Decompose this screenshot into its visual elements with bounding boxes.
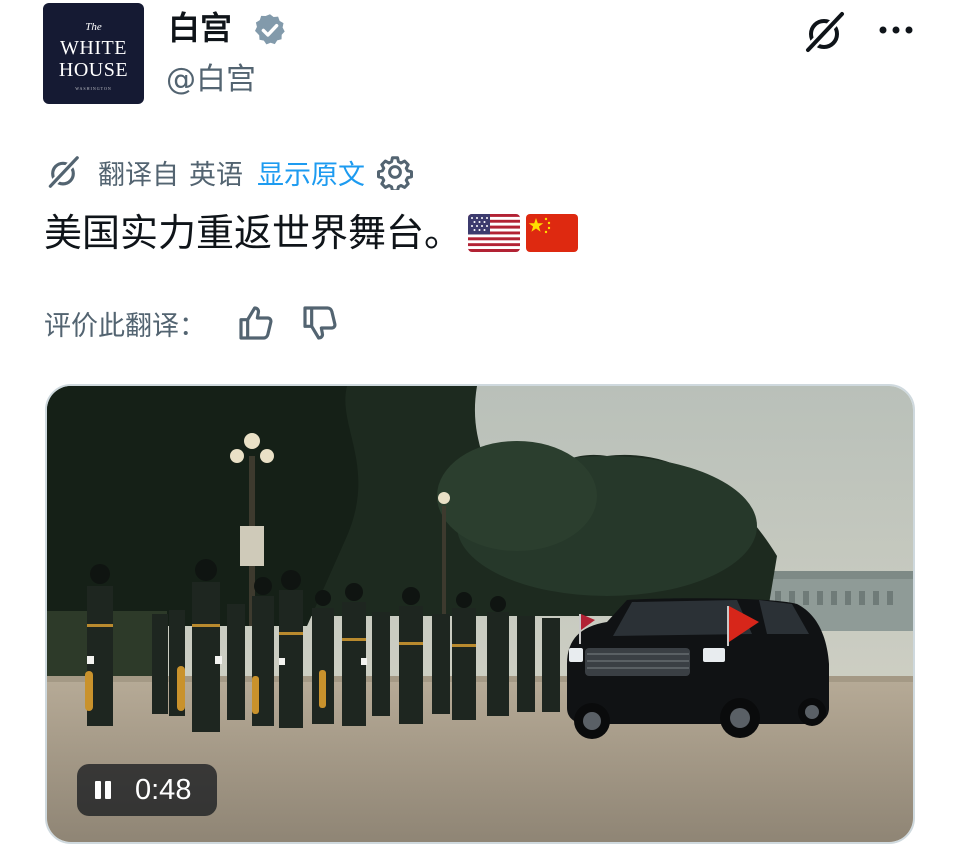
avatar-text-the: The: [85, 21, 102, 33]
grok-icon[interactable]: [800, 8, 848, 56]
tweet-text-row: 美国实力重返世界舞台。: [44, 208, 579, 258]
pause-icon[interactable]: [93, 779, 113, 801]
video-player[interactable]: 0:48: [45, 384, 915, 844]
source-language: 英语: [189, 159, 243, 191]
translated-from-label: 翻译自: [98, 159, 179, 191]
avatar-text-white: WHITE: [60, 37, 127, 59]
tweet-text: 美国实力重返世界舞台。: [44, 211, 463, 255]
avatar[interactable]: The WHITE HOUSE WASHINGTON: [43, 3, 144, 104]
avatar-text-washington: WASHINGTON: [75, 86, 112, 91]
verified-badge-icon: [255, 14, 285, 45]
account-handle[interactable]: @白宫: [166, 60, 256, 100]
translation-bar: 翻译自 英语 显示原文: [44, 150, 413, 194]
avatar-text-house: HOUSE: [58, 59, 129, 81]
display-name[interactable]: 白宫: [168, 8, 232, 48]
video-controls: 0:48: [77, 764, 217, 816]
more-icon[interactable]: [872, 14, 920, 46]
rate-translation-label: 评价此翻译：: [44, 310, 206, 342]
rate-translation-row: 评价此翻译：: [44, 300, 340, 346]
grok-translate-icon: [46, 154, 81, 190]
show-original-link[interactable]: 显示原文: [257, 153, 365, 192]
thumbs-up-icon[interactable]: [236, 303, 276, 343]
thumbs-down-icon[interactable]: [300, 303, 340, 343]
us-flag-icon: [468, 214, 521, 252]
china-flag-icon: [526, 214, 579, 252]
video-duration: 0:48: [135, 773, 192, 806]
gear-icon[interactable]: [377, 154, 413, 190]
